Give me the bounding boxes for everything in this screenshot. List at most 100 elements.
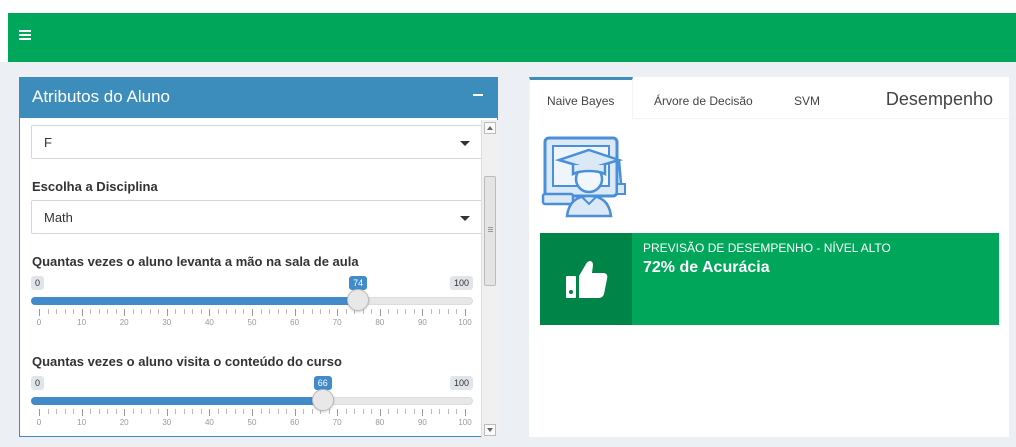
slider-grid: 0 10 20 30 40 50 60 70 80 90 100 xyxy=(31,309,473,329)
slider-major-tick xyxy=(39,309,40,316)
slider-minor-tick xyxy=(260,409,262,414)
slider-tick-label: 30 xyxy=(162,418,172,427)
slider-minor-tick xyxy=(56,309,58,314)
slider-major-tick xyxy=(337,409,339,416)
top-navbar xyxy=(0,0,1016,62)
performance-tab-box: Naive Bayes Árvore de Decisão SVM Desemp… xyxy=(529,77,1009,437)
slider-minor-tick xyxy=(192,309,194,314)
scrollbar-thumb[interactable] xyxy=(484,176,496,286)
slider-max-label: 100 xyxy=(449,276,473,290)
tab-label: SVM xyxy=(794,94,821,108)
slider-minor-tick xyxy=(107,309,109,314)
slider-tick-label: 10 xyxy=(77,418,87,427)
slider-minor-tick xyxy=(345,409,347,414)
tab-decision-tree[interactable]: Árvore de Decisão xyxy=(633,77,769,119)
slider-grid: 0 10 20 30 40 50 60 70 80 90 100 xyxy=(31,409,473,429)
slider-max-label: 100 xyxy=(449,376,473,390)
scroll-down-arrow-icon[interactable] xyxy=(484,424,496,436)
slider-minor-tick xyxy=(396,309,398,314)
prediction-infobox: PREVISÃO DE DESEMPENHO - NÍVEL ALTO 72% … xyxy=(540,233,999,325)
slider-minor-tick xyxy=(200,309,202,314)
slider-minor-tick xyxy=(64,309,66,314)
slider-tick-label: 70 xyxy=(332,418,342,427)
slider-minor-tick xyxy=(115,309,117,314)
slider-minor-tick xyxy=(175,309,177,314)
header-bar xyxy=(8,13,1016,62)
slider-minor-tick xyxy=(260,309,262,314)
gender-select[interactable]: F xyxy=(31,125,487,159)
slider-tick-label: 20 xyxy=(119,318,129,327)
infobox-value: 72% de Acurácia xyxy=(643,259,770,276)
slider-handle[interactable] xyxy=(311,389,334,411)
slider-minor-tick xyxy=(303,309,305,314)
slider-minor-tick xyxy=(64,409,66,414)
slider-major-tick xyxy=(465,409,466,416)
slider-minor-tick xyxy=(320,309,322,314)
slider-min-label: 0 xyxy=(31,376,45,390)
slider-major-tick xyxy=(294,309,296,316)
slider-minor-tick xyxy=(430,409,432,414)
slider-major-tick xyxy=(166,409,168,416)
slider-major-tick xyxy=(209,409,211,416)
slider-minor-tick xyxy=(200,409,202,414)
scroll-up-arrow-icon[interactable] xyxy=(484,122,496,134)
gender-select-value: F xyxy=(44,135,52,150)
slider-minor-tick xyxy=(226,409,228,414)
slider-tick-label: 100 xyxy=(458,418,472,427)
slider-major-tick xyxy=(124,309,126,316)
slider-tick-label: 40 xyxy=(204,418,214,427)
slider-minor-tick xyxy=(439,409,441,414)
slider-minor-tick xyxy=(362,409,364,414)
slider-minor-tick xyxy=(456,409,458,414)
slider-minor-tick xyxy=(405,409,407,414)
slider-value-label: 74 xyxy=(349,276,368,290)
discipline-select[interactable]: Math xyxy=(31,200,487,234)
slider-minor-tick xyxy=(413,309,415,314)
slider-major-tick xyxy=(209,309,211,316)
slider-major-tick xyxy=(39,409,40,416)
slider-minor-tick xyxy=(183,309,185,314)
slider-minor-tick xyxy=(132,409,134,414)
course-visits-label: Quantas vezes o aluno visita o conteúdo … xyxy=(32,354,342,369)
slider-minor-tick xyxy=(217,409,219,414)
slider-minor-tick xyxy=(149,409,151,414)
course-visits-slider[interactable]: 0 100 66 0 10 20 30 40 50 60 70 80 90 100 xyxy=(31,376,473,436)
tab-svm[interactable]: SVM xyxy=(769,77,829,119)
slider-minor-tick xyxy=(345,309,347,314)
slider-major-tick xyxy=(252,309,253,316)
tab-naive-bayes[interactable]: Naive Bayes xyxy=(529,77,633,119)
slider-tick-label: 90 xyxy=(417,318,427,327)
collapse-icon[interactable] xyxy=(473,94,483,96)
slider-minor-tick xyxy=(405,309,407,314)
slider-minor-tick xyxy=(328,409,330,414)
slider-minor-tick xyxy=(217,309,219,314)
slider-major-tick xyxy=(124,409,126,416)
hamburger-menu-icon[interactable] xyxy=(19,30,31,40)
vertical-scrollbar[interactable] xyxy=(481,120,498,438)
slider-minor-tick xyxy=(141,409,143,414)
slider-tick-label: 80 xyxy=(375,418,385,427)
slider-tick-label: 50 xyxy=(247,318,257,327)
panel-title: Desempenho xyxy=(885,89,993,109)
slider-minor-tick xyxy=(311,409,313,414)
slider-major-tick xyxy=(379,409,381,416)
tab-label: Árvore de Decisão xyxy=(654,94,753,108)
raised-hands-label: Quantas vezes o aluno levanta a mão na s… xyxy=(32,254,359,269)
attributes-scroll-area: F Escolha a Disciplina Math Quantas veze… xyxy=(20,118,497,436)
slider-minor-tick xyxy=(328,309,330,314)
slider-minor-tick xyxy=(234,409,236,414)
slider-minor-tick xyxy=(47,309,49,314)
slider-major-tick xyxy=(422,409,424,416)
slider-minor-tick xyxy=(226,309,228,314)
slider-fill xyxy=(31,397,323,405)
slider-major-tick xyxy=(81,309,83,316)
slider-minor-tick xyxy=(158,309,160,314)
thumbs-up-icon xyxy=(566,261,608,298)
discipline-select-value: Math xyxy=(44,210,73,225)
slider-handle[interactable] xyxy=(347,289,370,311)
graduate-computer-icon xyxy=(541,136,626,218)
slider-tick-label: 80 xyxy=(375,318,385,327)
raised-hands-slider[interactable]: 0 100 74 0 10 20 30 40 50 60 70 80 90 100 xyxy=(31,276,473,336)
slider-tick-label: 20 xyxy=(119,418,129,427)
slider-tick-label: 60 xyxy=(290,318,300,327)
